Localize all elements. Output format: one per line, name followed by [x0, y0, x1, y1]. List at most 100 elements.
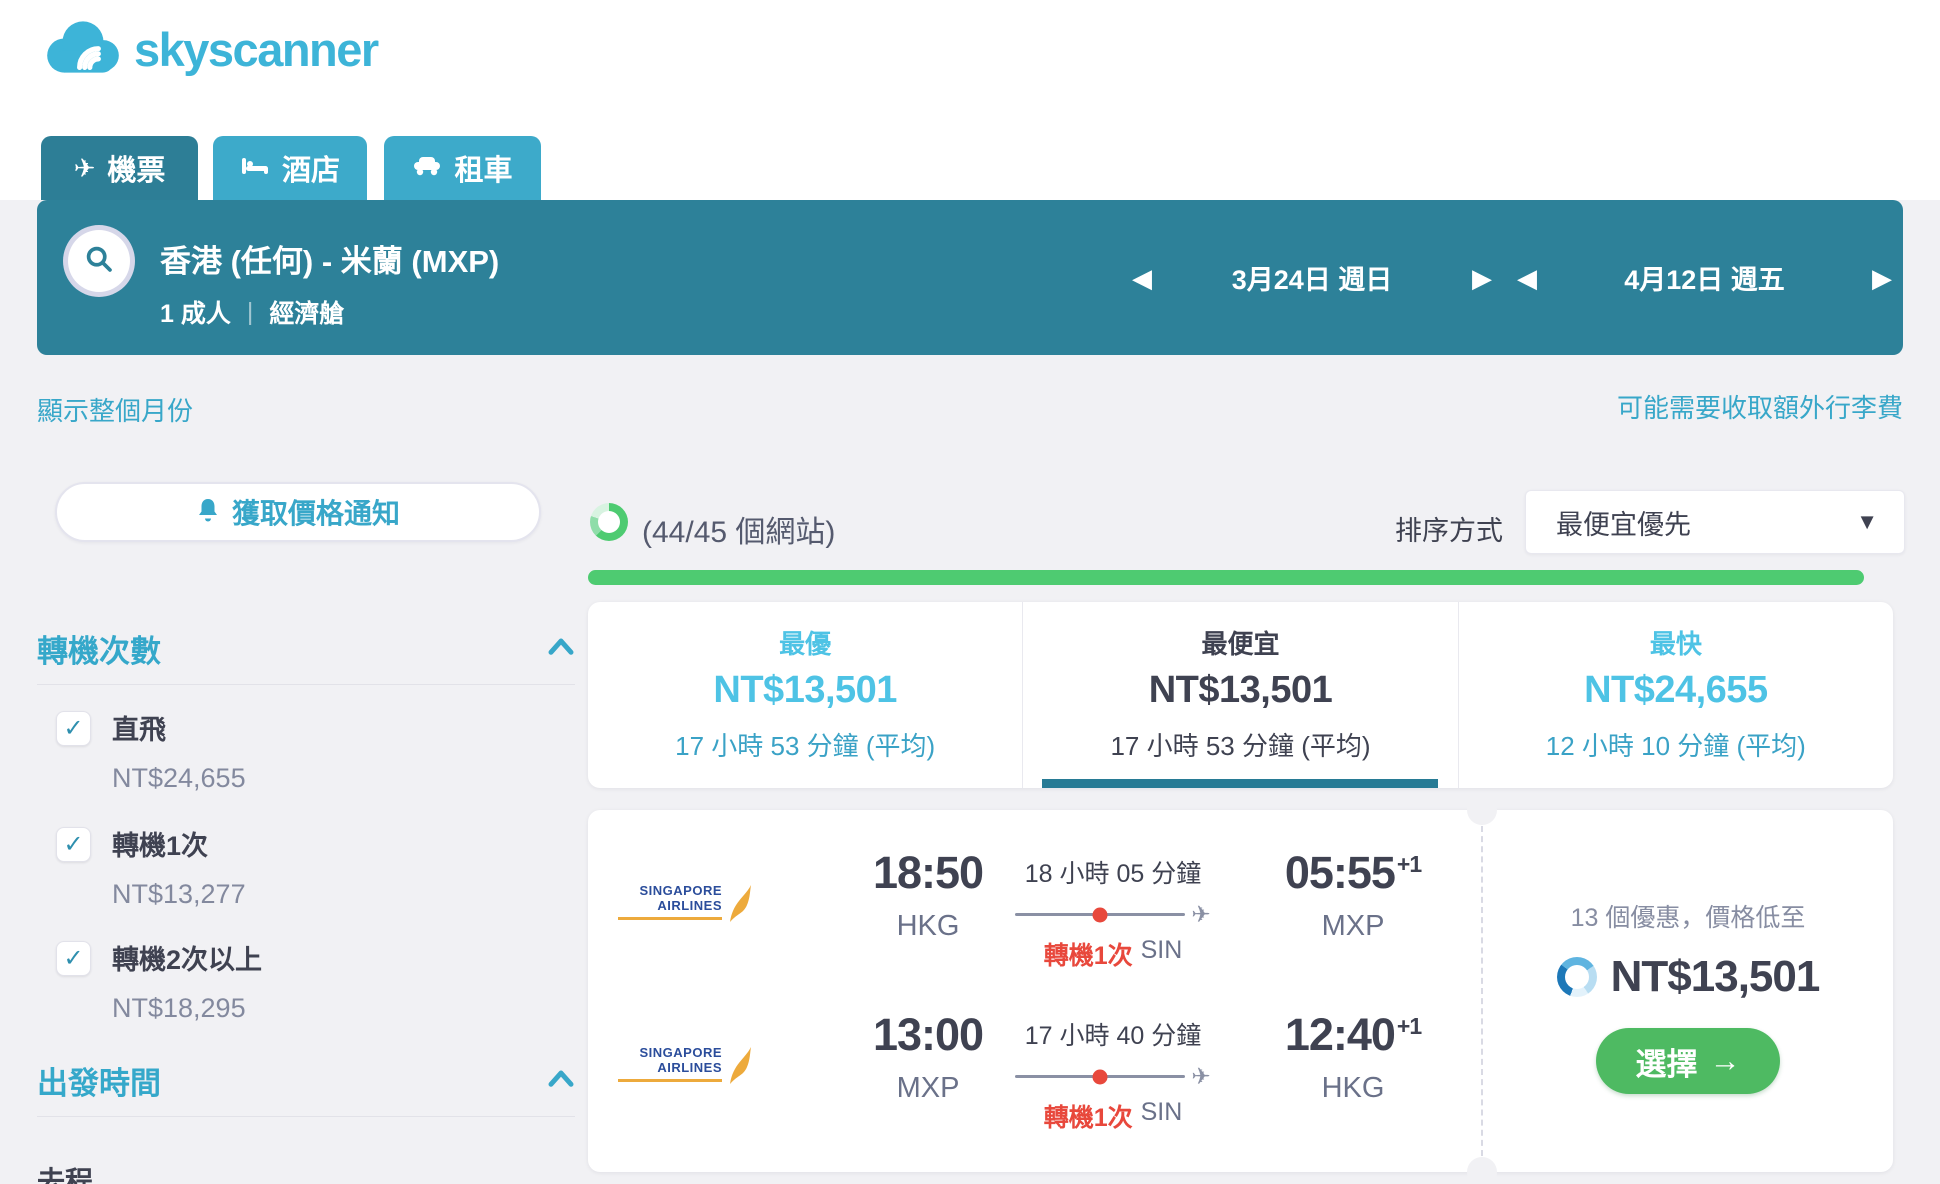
tab-hotels[interactable]: 酒店: [213, 136, 367, 200]
summary-tabs-card: 最優 NT$13,501 17 小時 53 分鐘 (平均) 最便宜 NT$13,…: [588, 602, 1893, 788]
one-stop-label: 轉機1次: [112, 831, 209, 861]
stop-airport: SIN: [1140, 936, 1183, 964]
outbound-leg: SINGAPORE AIRLINES 18:50 HKG 18 小時 05 分鐘…: [588, 850, 1481, 1000]
direct-checkbox[interactable]: ✓: [56, 711, 91, 746]
divider: [37, 1116, 575, 1117]
departure-time-filter-header[interactable]: 出發時間: [37, 1058, 575, 1103]
stops-count: 轉機1次: [1043, 1104, 1133, 1132]
airline-logo-underline: [618, 1078, 722, 1082]
bell-icon: [196, 497, 220, 528]
summary-fastest-label: 最快: [1649, 629, 1702, 659]
flight-path-graphic: ✈: [988, 903, 1238, 926]
tab-cars-label: 租車: [454, 155, 513, 187]
search-progress-spinner-icon: [590, 503, 628, 541]
stops-count: 轉機1次: [1043, 942, 1133, 970]
price-alert-button[interactable]: 獲取價格通知: [55, 482, 541, 542]
summary-tab-cheapest[interactable]: 最便宜 NT$13,501 17 小時 53 分鐘 (平均): [1022, 602, 1457, 788]
path-line-with-stop-dot: [1015, 913, 1186, 916]
depart-date-prev-icon[interactable]: ◀: [1132, 265, 1152, 291]
route-summary[interactable]: 香港 (任何) - 米蘭 (MXP): [160, 236, 499, 281]
arrival-block: 05:55+1 MXP: [1233, 850, 1473, 943]
filter-option-2plus-stops[interactable]: ✓ 轉機2次以上 NT$18,295: [56, 938, 556, 1024]
summary-cheapest-label: 最便宜: [1201, 629, 1280, 659]
separator: |: [246, 297, 254, 326]
tab-hotels-label: 酒店: [281, 155, 340, 187]
arrival-time: 05:55: [1284, 847, 1396, 898]
skyscanner-results-page: skyscanner ✈ 機票 酒店 租車 香港 (任何) - 米蘭 (MXP)…: [0, 0, 1940, 1184]
airline-bird-icon: [730, 1047, 751, 1084]
select-button-label: 選擇: [1635, 1046, 1698, 1082]
arrival-airport: MXP: [1321, 910, 1385, 942]
filter-option-direct[interactable]: ✓ 直飛 NT$24,655: [56, 708, 556, 794]
return-date-control: ◀ 4月12日 週五 ▶: [1517, 200, 1892, 355]
cloud-logo-icon: [40, 18, 126, 81]
departure-time-title: 出發時間: [37, 1066, 161, 1101]
price-alert-label: 獲取價格通知: [231, 498, 400, 529]
one-stop-price: NT$13,277: [112, 879, 246, 909]
return-leg: SINGAPORE AIRLINES 13:00 MXP 17 小時 40 分鐘…: [588, 1012, 1481, 1162]
depart-date-control: ◀ 3月24日 週日 ▶: [1132, 200, 1492, 355]
tab-cars[interactable]: 租車: [384, 136, 541, 200]
arrival-time: 12:40: [1284, 1009, 1396, 1060]
tab-flights[interactable]: ✈ 機票: [41, 136, 198, 200]
check-icon: ✓: [63, 831, 84, 858]
plane-icon: ✈: [1191, 901, 1211, 927]
summary-cheapest-price: NT$13,501: [1148, 669, 1333, 711]
plane-icon: ✈: [1191, 1063, 1211, 1089]
arrow-right-icon: →: [1709, 1043, 1741, 1078]
outbound-section-label: 去程: [37, 1166, 94, 1184]
stops-filter-header[interactable]: 轉機次數: [37, 626, 575, 671]
summary-tab-fastest[interactable]: 最快 NT$24,655 12 小時 10 分鐘 (平均): [1457, 602, 1893, 788]
singapore-airlines-logo: SINGAPORE AIRLINES: [618, 883, 755, 926]
depart-date-next-icon[interactable]: ▶: [1472, 265, 1492, 291]
summary-fastest-price: NT$24,655: [1584, 669, 1768, 711]
deal-price: NT$13,501: [1610, 952, 1821, 1001]
return-date-next-icon[interactable]: ▶: [1872, 265, 1892, 291]
stop-airport: SIN: [1140, 1098, 1183, 1126]
select-button[interactable]: 選擇 →: [1596, 1028, 1780, 1094]
chevron-up-icon: [547, 636, 575, 661]
airline-logo-line2: AIRLINES: [657, 897, 722, 913]
sort-dropdown[interactable]: 最便宜優先 ▼: [1525, 490, 1905, 554]
direct-label: 直飛: [112, 715, 166, 745]
airline-logo-line1: SINGAPORE: [639, 883, 722, 898]
price-panel: 13 個優惠，價格低至 NT$13,501 選擇 →: [1483, 810, 1893, 1172]
two-plus-stops-label: 轉機2次以上: [112, 945, 263, 975]
return-date-label[interactable]: 4月12日 週五: [1624, 258, 1785, 297]
progress-bar-fill: [588, 570, 1865, 585]
two-plus-stops-checkbox[interactable]: ✓: [56, 941, 91, 976]
direct-price: NT$24,655: [112, 763, 246, 793]
singapore-airlines-logo: SINGAPORE AIRLINES: [618, 1045, 755, 1088]
passenger-cabin-summary[interactable]: 1 成人 | 經濟艙: [160, 294, 344, 330]
summary-best-price: NT$13,501: [713, 669, 897, 711]
arrival-day-offset: +1: [1396, 851, 1422, 877]
plane-icon: ✈: [73, 152, 96, 183]
price-loading-spinner-icon: [1556, 957, 1597, 997]
show-whole-month-link[interactable]: 顯示整個月份: [37, 391, 193, 428]
one-stop-checkbox[interactable]: ✓: [56, 827, 91, 862]
bed-icon: [240, 152, 270, 185]
summary-fastest-duration: 12 小時 10 分鐘 (平均): [1545, 731, 1806, 761]
stops-info: 轉機1次 SIN: [988, 1098, 1238, 1134]
arrival-airport: HKG: [1321, 1072, 1385, 1104]
divider: [37, 684, 575, 685]
leg-duration: 18 小時 05 分鐘: [1024, 860, 1202, 888]
airline-bird-icon: [730, 885, 751, 922]
baggage-fee-notice-link[interactable]: 可能需要收取額外行李費: [1617, 388, 1903, 425]
tab-flights-label: 機票: [107, 155, 166, 187]
chevron-up-icon: [547, 1068, 575, 1093]
summary-tab-best[interactable]: 最優 NT$13,501 17 小時 53 分鐘 (平均): [588, 602, 1022, 788]
filter-option-1stop[interactable]: ✓ 轉機1次 NT$13,277: [56, 824, 556, 910]
check-icon: ✓: [63, 945, 84, 972]
leg-duration: 17 小時 40 分鐘: [1024, 1022, 1202, 1050]
depart-date-label[interactable]: 3月24日 週日: [1232, 258, 1393, 297]
skyscanner-logo[interactable]: skyscanner: [40, 18, 379, 81]
leg-middle-block: 17 小時 40 分鐘 ✈ 轉機1次 SIN: [988, 1016, 1238, 1134]
flight-path-graphic: ✈: [988, 1065, 1238, 1088]
arrival-block: 12:40+1 HKG: [1233, 1012, 1473, 1105]
summary-cheapest-duration: 17 小時 53 分鐘 (平均): [1110, 731, 1371, 761]
search-button[interactable]: [68, 230, 130, 292]
passenger-count: 1 成人: [160, 300, 231, 328]
return-date-prev-icon[interactable]: ◀: [1517, 265, 1537, 291]
check-icon: ✓: [63, 715, 84, 742]
